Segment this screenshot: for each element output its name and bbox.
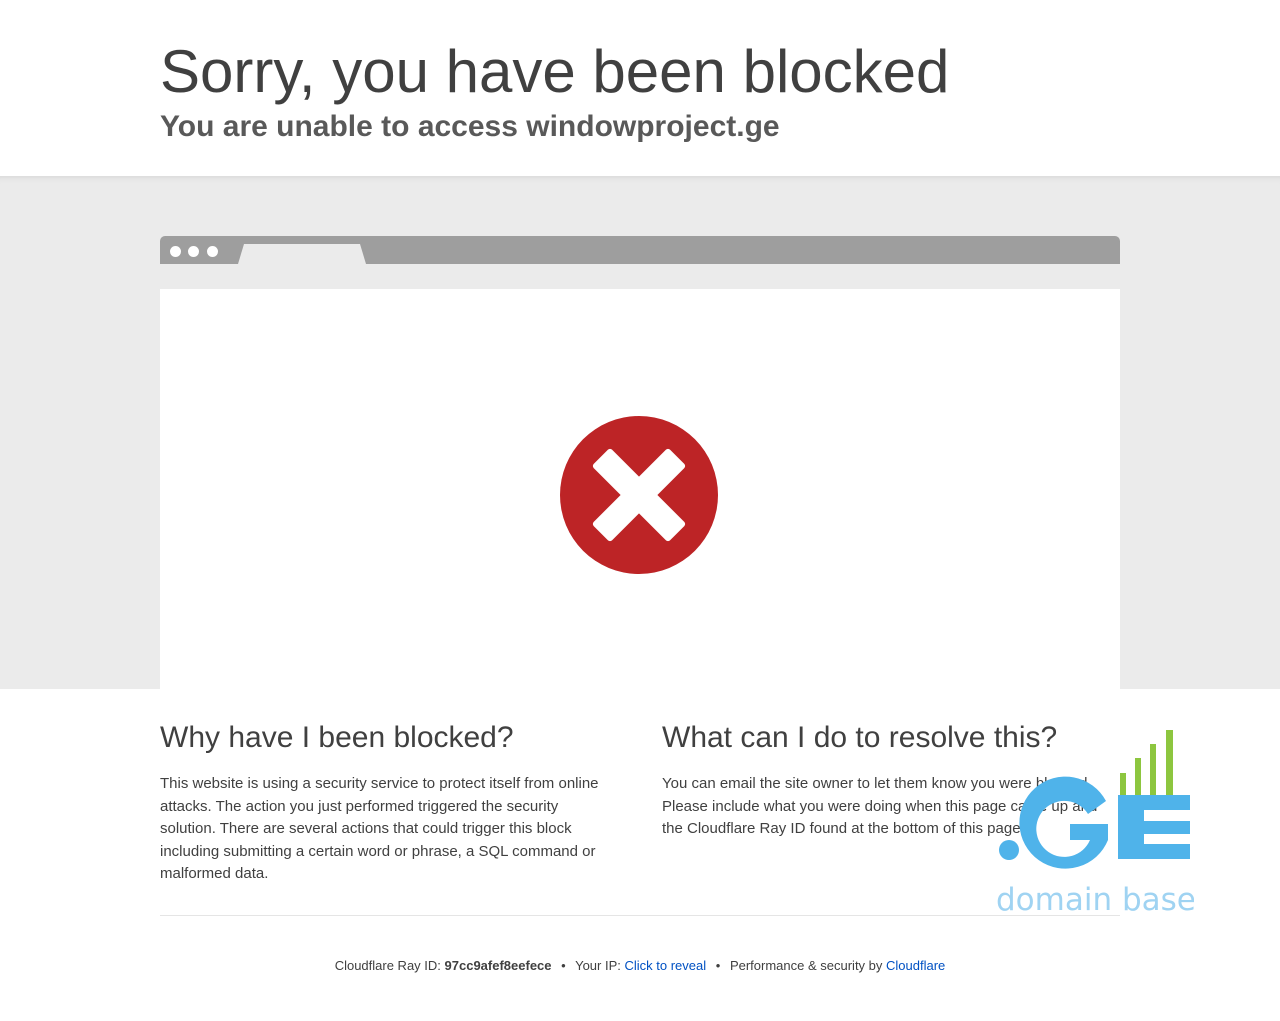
logo-tagline: domain base bbox=[996, 882, 1194, 918]
window-dot-icon bbox=[188, 246, 199, 257]
ip-label: Your IP: bbox=[575, 958, 621, 973]
footer-separator: • bbox=[715, 958, 721, 973]
page-title: Sorry, you have been blocked bbox=[160, 38, 950, 105]
reveal-ip-link[interactable]: Click to reveal bbox=[625, 958, 707, 973]
ray-id-value: 97cc9afef8eefece bbox=[444, 958, 552, 973]
window-dot-icon bbox=[170, 246, 181, 257]
window-dot-icon bbox=[207, 246, 218, 257]
browser-tab-illustration bbox=[238, 244, 366, 264]
performance-label: Performance & security by bbox=[729, 958, 883, 973]
footer-separator: • bbox=[561, 958, 566, 973]
why-blocked-heading: Why have I been blocked? bbox=[160, 721, 514, 754]
browser-illustration-window bbox=[160, 289, 1120, 689]
error-x-icon bbox=[560, 416, 718, 574]
footer-divider bbox=[160, 915, 1120, 916]
page-subtitle: You are unable to access windowproject.g… bbox=[160, 110, 780, 143]
ge-domain-base-logo: domain base bbox=[996, 730, 1194, 918]
browser-illustration-bar bbox=[160, 236, 1120, 264]
why-blocked-section: Why have I been blocked? This website is… bbox=[160, 719, 610, 886]
why-blocked-text: This website is using a security service… bbox=[160, 775, 599, 882]
ray-id-label: Cloudflare Ray ID: bbox=[334, 958, 441, 973]
cloudflare-link[interactable]: Cloudflare bbox=[886, 958, 945, 973]
page-header: Sorry, you have been blocked You are una… bbox=[0, 0, 1280, 176]
footer: Cloudflare Ray ID: 97cc9afef8eefece • Yo… bbox=[0, 957, 1280, 975]
